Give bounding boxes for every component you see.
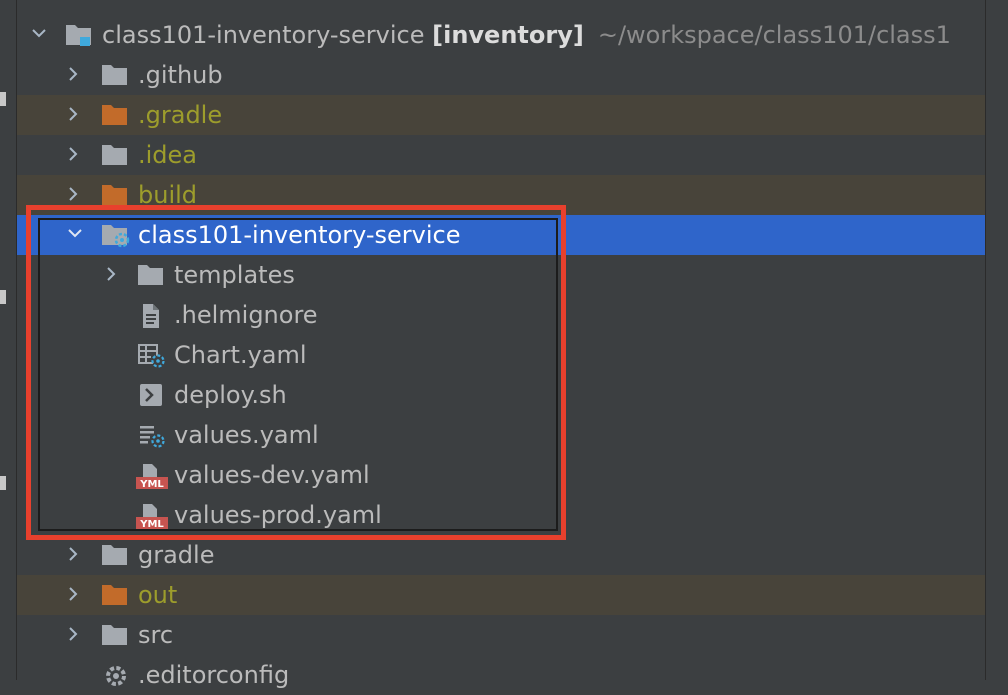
tool-strip-marker	[0, 92, 6, 106]
project-path: ~/workspace/class101/class1	[597, 21, 951, 49]
tree-label: gradle	[138, 541, 215, 569]
tree-label: .editorconfig	[138, 661, 290, 689]
tree-row-github[interactable]: .github	[17, 55, 985, 95]
tree-row-out[interactable]: out	[17, 575, 985, 615]
chevron-right-icon[interactable]	[67, 587, 79, 601]
tree-row-chart-folder[interactable]: class101-inventory-service	[17, 215, 985, 255]
tree-row-root[interactable]: class101-inventory-service [inventory] ~/…	[17, 15, 985, 55]
left-tool-strip	[0, 0, 17, 680]
folder-icon	[101, 63, 129, 87]
chevron-down-icon[interactable]	[31, 27, 46, 39]
tree-row-deploy-sh[interactable]: deploy.sh	[17, 375, 985, 415]
module-folder-icon	[65, 23, 93, 47]
tree-label: .helmignore	[174, 301, 318, 329]
text-file-icon	[139, 303, 167, 328]
tree-label: Chart.yaml	[174, 341, 307, 369]
chevron-right-icon[interactable]	[105, 267, 117, 281]
tree-row-gradle-hidden[interactable]: .gradle	[17, 95, 985, 135]
tree-row-chart-yaml[interactable]: Chart.yaml	[17, 335, 985, 375]
shell-script-icon	[139, 383, 167, 407]
tree-label: .gradle	[138, 101, 223, 129]
folder-icon	[101, 143, 129, 167]
tree-row-values-dev[interactable]: YML values-dev.yaml	[17, 455, 985, 495]
folder-icon	[101, 623, 129, 647]
tree-row-editorconfig[interactable]: .editorconfig	[17, 655, 985, 695]
chevron-right-icon[interactable]	[67, 147, 79, 161]
tree-row-idea[interactable]: .idea	[17, 135, 985, 175]
tool-strip-marker	[0, 290, 6, 304]
tree-label: .github	[138, 61, 223, 89]
tree-row-helmignore[interactable]: .helmignore	[17, 295, 985, 335]
chevron-right-icon[interactable]	[67, 627, 79, 641]
excluded-folder-icon	[101, 183, 129, 207]
tree-row-build[interactable]: build	[17, 175, 985, 215]
project-tree[interactable]: class101-inventory-service [inventory] ~/…	[17, 15, 985, 695]
excluded-folder-icon	[101, 103, 129, 127]
tool-strip-marker	[0, 476, 6, 490]
helm-chart-folder-icon	[101, 223, 130, 248]
chevron-right-icon[interactable]	[67, 107, 79, 121]
tree-label: deploy.sh	[174, 381, 287, 409]
module-name: [inventory]	[432, 21, 584, 49]
project-name: class101-inventory-service	[102, 21, 425, 49]
tree-row-gradle[interactable]: gradle	[17, 535, 985, 575]
right-gutter	[985, 0, 1008, 680]
tree-row-values-yaml[interactable]: values.yaml	[17, 415, 985, 455]
values-yaml-icon	[137, 423, 165, 448]
tree-row-values-prod[interactable]: YML values-prod.yaml	[17, 495, 985, 535]
tree-label: src	[138, 621, 174, 649]
chart-yaml-icon	[137, 343, 165, 368]
gear-icon	[103, 663, 131, 687]
tree-label: values-dev.yaml	[174, 461, 370, 489]
tree-label: out	[138, 581, 178, 609]
tree-row-src[interactable]: src	[17, 615, 985, 655]
tree-label: .idea	[138, 141, 198, 169]
chevron-right-icon[interactable]	[67, 547, 79, 561]
yaml-file-icon: YML	[135, 463, 168, 490]
svg-text:YML: YML	[139, 519, 164, 530]
tree-label: class101-inventory-service	[138, 221, 461, 249]
chevron-right-icon[interactable]	[67, 187, 79, 201]
folder-icon	[101, 543, 129, 567]
tree-label: build	[138, 181, 198, 209]
chevron-right-icon[interactable]	[67, 67, 79, 81]
tree-label: values-prod.yaml	[174, 501, 382, 529]
tree-row-templates[interactable]: templates	[17, 255, 985, 295]
excluded-folder-icon	[101, 583, 129, 607]
chevron-down-icon[interactable]	[67, 227, 82, 239]
svg-text:YML: YML	[139, 479, 164, 490]
folder-icon	[137, 263, 165, 287]
tree-label: values.yaml	[174, 421, 319, 449]
tree-label: templates	[174, 261, 295, 289]
yaml-file-icon: YML	[135, 503, 168, 530]
